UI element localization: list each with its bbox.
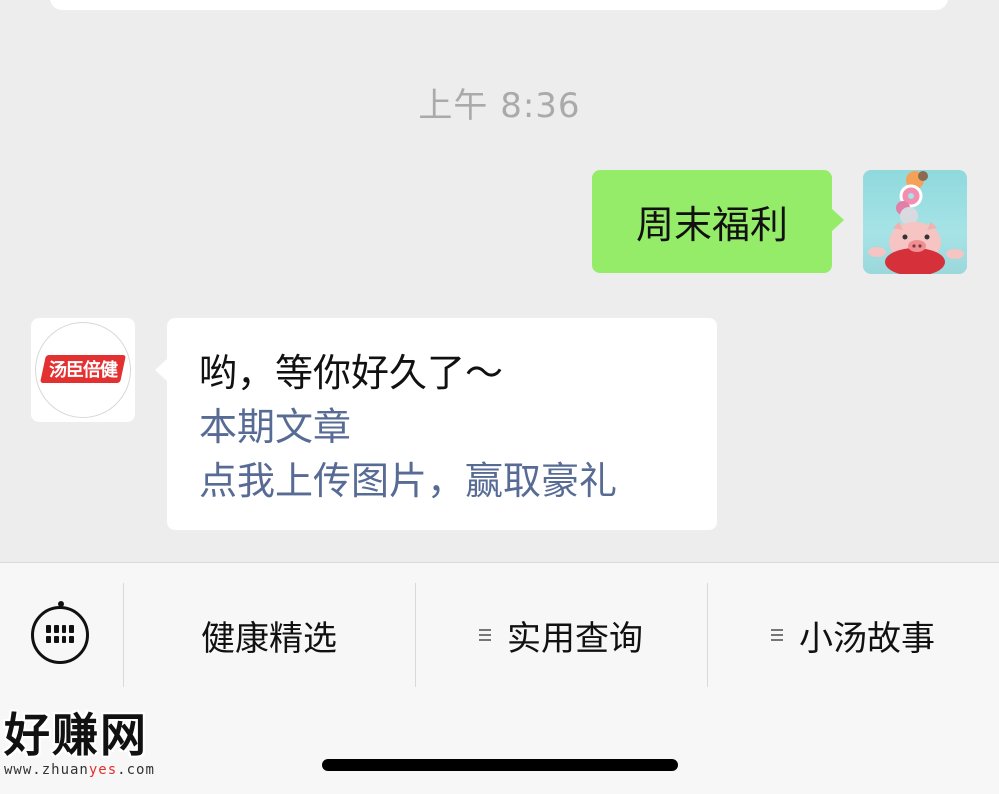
submenu-list-icon <box>771 626 783 644</box>
menu-item-tang-stories[interactable]: 小汤故事 <box>708 585 998 685</box>
user-avatar[interactable] <box>863 170 967 274</box>
article-link[interactable]: 本期文章 <box>199 400 717 454</box>
site-watermark: 好赚网 www.zhuanyes.com <box>4 708 194 778</box>
official-account-avatar[interactable]: 汤臣倍健 <box>31 318 135 422</box>
watermark-url-prefix: www.zhuan <box>4 762 89 778</box>
pig-cartoon-avatar-icon <box>868 171 964 274</box>
menu-item-label: 小汤故事 <box>799 618 935 659</box>
menu-item-label: 健康精选 <box>201 618 337 659</box>
previous-message-card <box>50 0 948 10</box>
menu-item-health-picks[interactable]: 健康精选 <box>124 585 414 685</box>
watermark-url: www.zhuanyes.com <box>4 762 194 778</box>
watermark-url-highlight: yes <box>88 762 118 778</box>
home-indicator[interactable] <box>322 759 678 771</box>
outgoing-message-text: 周末福利 <box>635 203 788 247</box>
menu-item-label: 实用查询 <box>507 618 643 659</box>
menu-item-practical-query[interactable]: 实用查询 <box>416 585 706 685</box>
keyboard-icon <box>46 625 74 643</box>
upload-image-link[interactable]: 点我上传图片，赢取豪礼 <box>199 454 717 508</box>
message-timestamp: 上午 8:36 <box>418 86 581 126</box>
watermark-url-suffix: .com <box>117 762 155 778</box>
brand-logo-text: 汤臣倍健 <box>49 360 117 381</box>
keyboard-toggle-button[interactable] <box>31 601 89 664</box>
incoming-message-bubble: 哟，等你好久了～ 本期文章 点我上传图片，赢取豪礼 <box>155 318 717 530</box>
outgoing-message-bubble[interactable]: 周末福利 <box>592 170 844 273</box>
watermark-brand: 好赚网 <box>4 708 148 762</box>
submenu-list-icon <box>479 626 491 644</box>
brand-logo-icon: 汤臣倍健 <box>40 355 126 383</box>
keyboard-icon-nub <box>58 601 64 607</box>
incoming-message-greeting: 哟，等你好久了～ <box>199 351 504 395</box>
